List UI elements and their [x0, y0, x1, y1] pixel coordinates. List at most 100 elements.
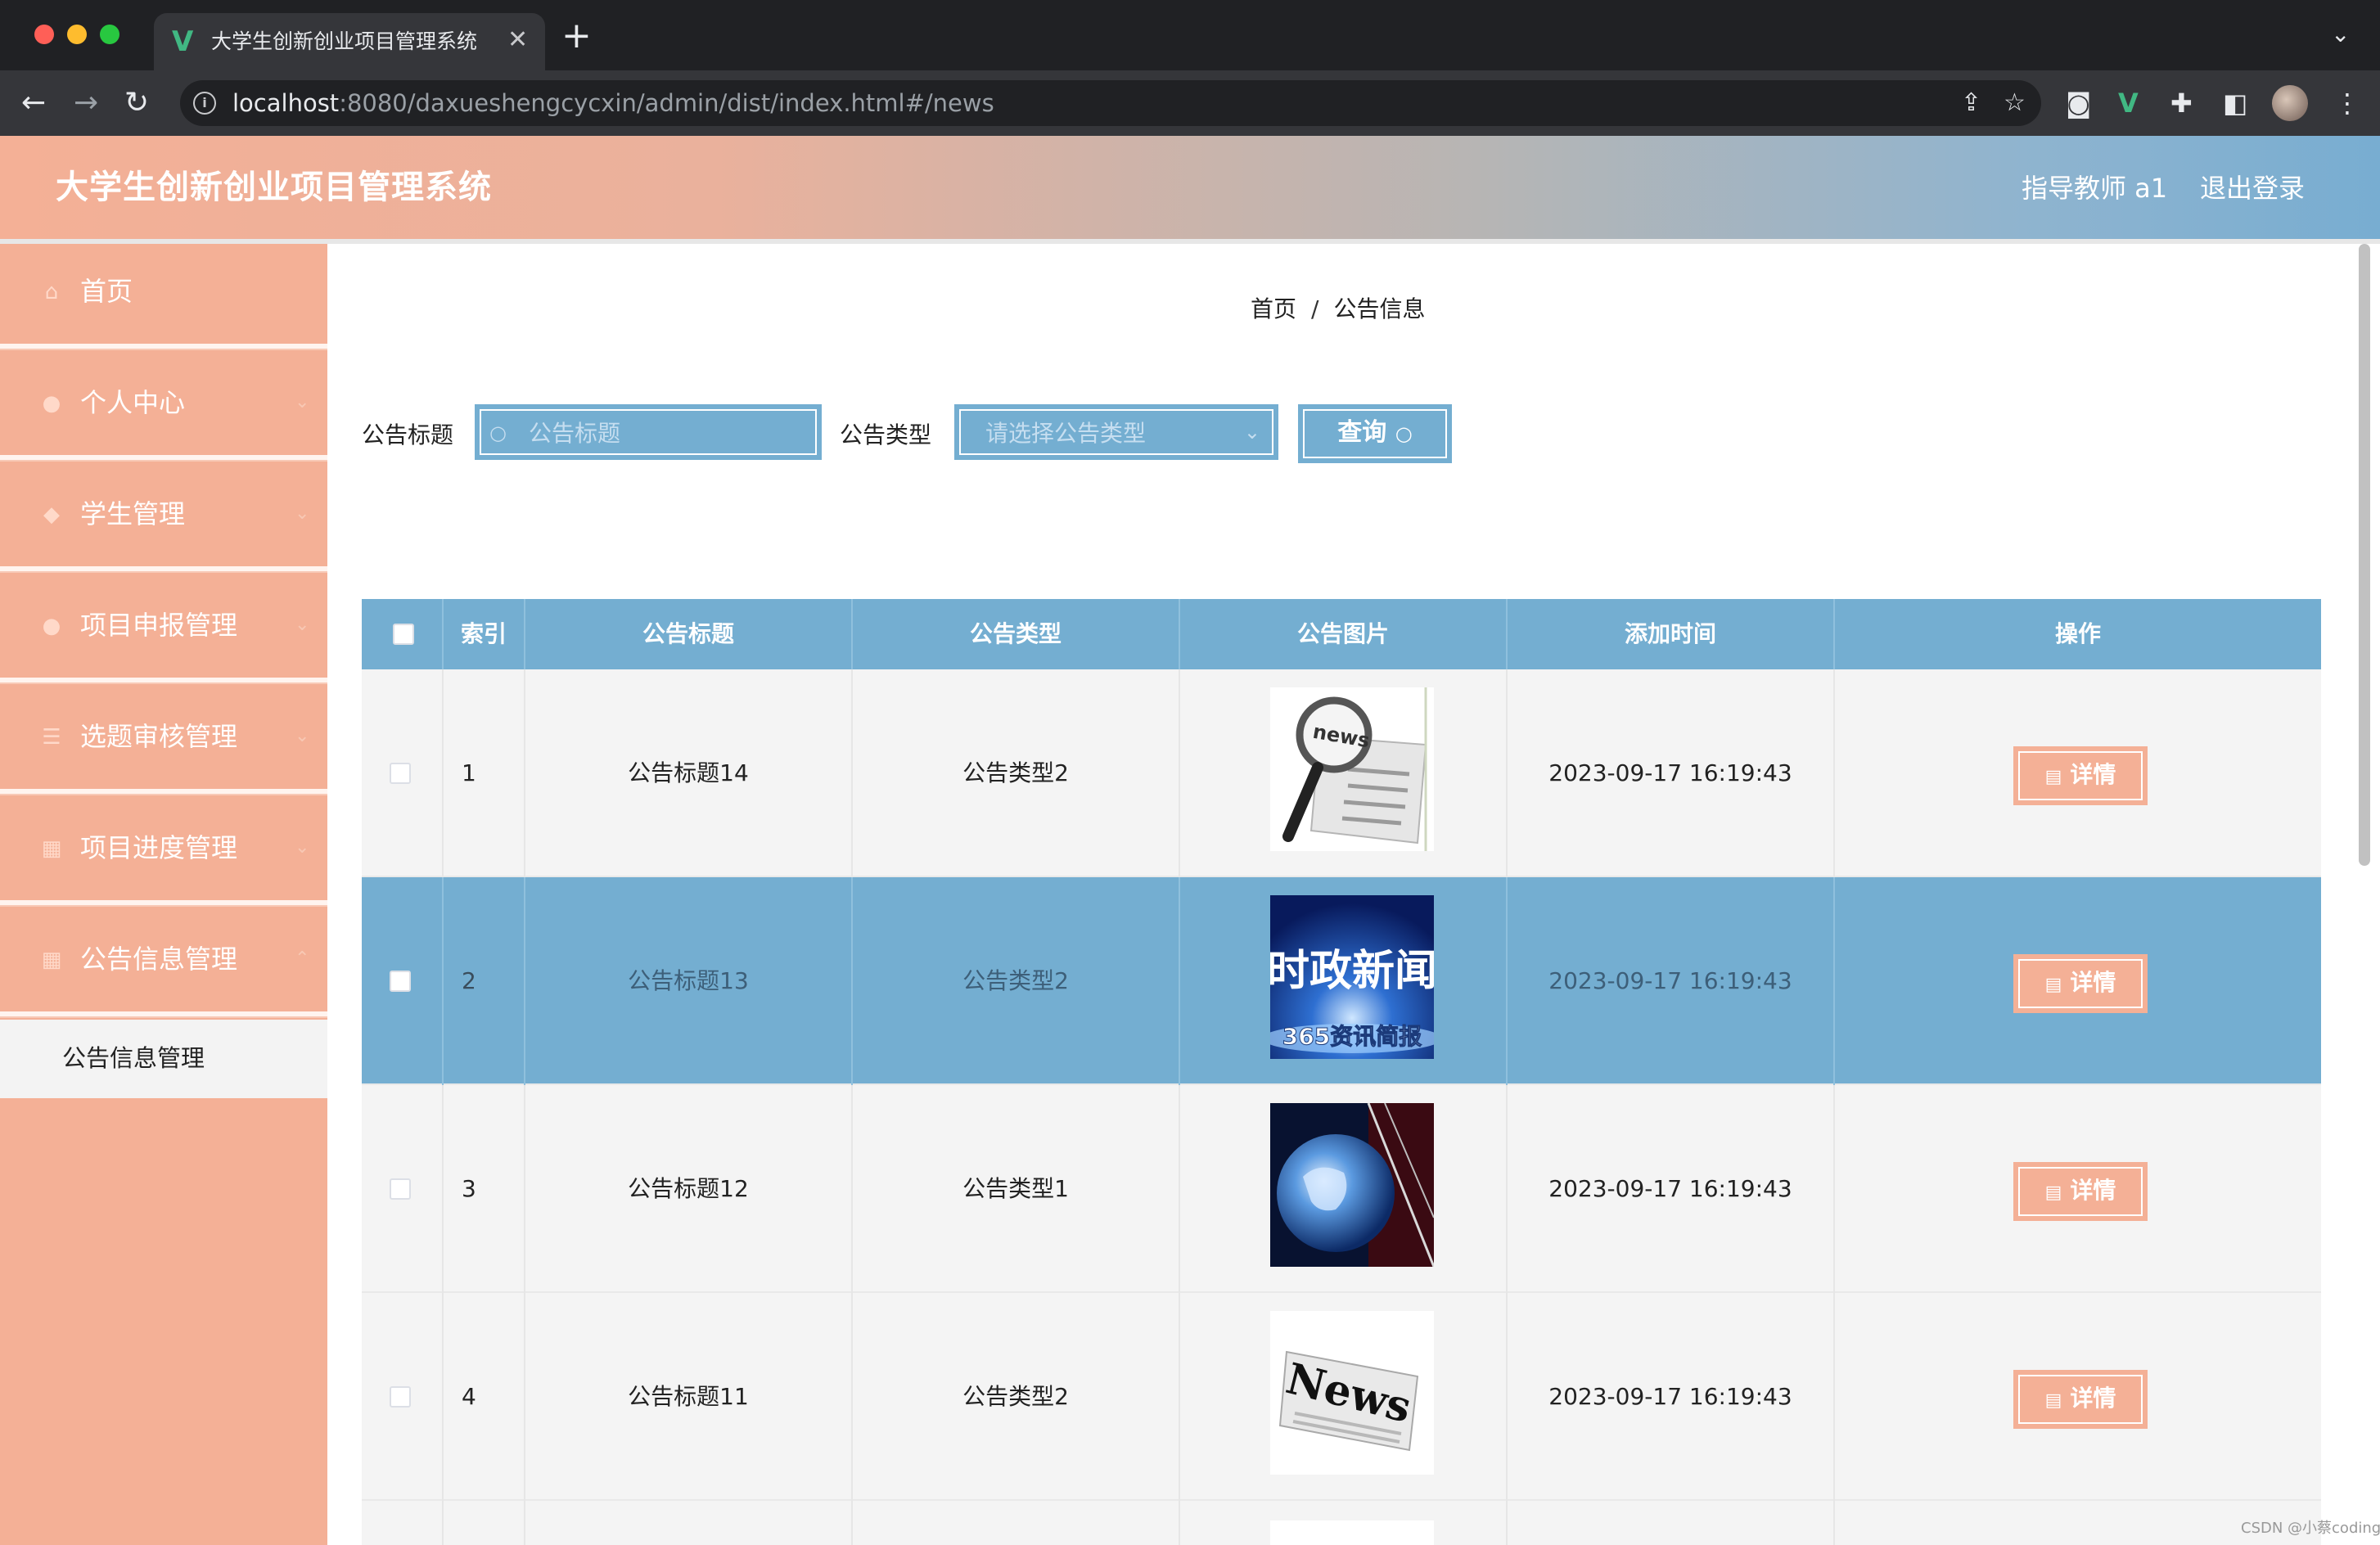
browser-tab[interactable]: V 大学生创新创业项目管理系统 ✕	[154, 13, 545, 70]
sidebar-item-home[interactable]: ⌂ 首页	[0, 244, 327, 349]
bookmark-star-icon[interactable]: ☆	[2004, 88, 2026, 118]
chevron-down-icon: ⌄	[295, 503, 310, 524]
row-select-cell	[362, 1293, 444, 1501]
minimize-window-button[interactable]	[67, 25, 87, 44]
maximize-window-button[interactable]	[100, 25, 119, 44]
chevron-up-icon: ⌃	[295, 948, 310, 969]
row-time: 2023-09-17 16:19:43	[1508, 1293, 1835, 1501]
row-select-cell	[362, 1085, 444, 1293]
table-row[interactable]: 3 公告标题12 公告类型1 2023-09-17 16:19:43 ▤ 详情	[362, 1085, 2321, 1293]
header-time: 添加时间	[1508, 599, 1835, 669]
page-scrollbar[interactable]	[2359, 244, 2370, 866]
sidebar-subitem-label: 公告信息管理	[62, 1044, 205, 1072]
sidebar: ⌂ 首页 ● 个人中心 ⌄ ◆ 学生管理 ⌄ ● 项目申报管理 ⌄ ☰ 选题审核…	[0, 244, 327, 1545]
row-time: 2023-09-17 16:19:43	[1508, 877, 1835, 1085]
title-search-field[interactable]: ○	[475, 404, 822, 460]
watermark: CSDN @小蔡coding	[2241, 1520, 2380, 1537]
forward-arrow-icon[interactable]: →	[74, 85, 98, 121]
row-checkbox[interactable]	[390, 763, 411, 784]
extensions-puzzle-icon[interactable]: ✚	[2170, 85, 2193, 121]
tab-title: 大学生创新创业项目管理系统	[211, 29, 478, 53]
vue-devtools-icon[interactable]: V	[2118, 85, 2139, 121]
table-row[interactable]	[362, 1501, 2321, 1545]
row-checkbox[interactable]	[390, 971, 411, 992]
row-type: 公告类型2	[853, 1293, 1180, 1501]
tab-search-chevron-icon[interactable]: ⌄	[2331, 20, 2350, 49]
main-content: 首页/公告信息 公告标题 ○ 公告类型 请选择公告类型 ⌄ 查询 ○ 索引 公告…	[327, 244, 2380, 1545]
sidebar-item-students[interactable]: ◆ 学生管理 ⌄	[0, 466, 327, 571]
detail-button-label: 详情	[2070, 969, 2116, 996]
share-icon[interactable]: ⇪	[1961, 88, 1981, 118]
profile-avatar[interactable]	[2272, 85, 2308, 121]
back-arrow-icon[interactable]: ←	[21, 85, 46, 121]
row-type: 公告类型1	[853, 1085, 1180, 1293]
detail-button[interactable]: ▤ 详情	[2013, 1370, 2148, 1429]
row-index: 4	[444, 1293, 525, 1501]
sidebar-item-topic-review[interactable]: ☰ 选题审核管理 ⌄	[0, 689, 327, 794]
header-type: 公告类型	[853, 599, 1180, 669]
chevron-down-icon: ⌄	[295, 392, 310, 412]
detail-button[interactable]: ▤ 详情	[2013, 746, 2148, 805]
logout-link[interactable]: 退出登录	[2200, 170, 2305, 206]
row-image-cell: news	[1180, 669, 1508, 877]
user-icon: ●	[42, 614, 61, 638]
close-window-button[interactable]	[34, 25, 54, 44]
header-title: 公告标题	[525, 599, 853, 669]
news-magnifier-image[interactable]: news	[1270, 687, 1434, 851]
title-search-input[interactable]	[527, 416, 809, 450]
extension-glasses-icon[interactable]: ◙	[2066, 85, 2091, 121]
sidebar-item-project-apply[interactable]: ● 项目申报管理 ⌄	[0, 578, 327, 682]
table-row[interactable]: 4 公告标题11 公告类型2 News 2023-09-17 16:19:43 …	[362, 1293, 2321, 1501]
table-row[interactable]: 2 公告标题13 公告类型2 时政新闻 365资讯简报 2023-09-17 1…	[362, 877, 2321, 1085]
type-select[interactable]: 请选择公告类型 ⌄	[954, 404, 1278, 460]
news-blue-banner-image[interactable]: 时政新闻 365资讯简报	[1270, 895, 1434, 1059]
browser-tab-bar: V 大学生创新创业项目管理系统 ✕ + ⌄	[0, 0, 2380, 70]
row-checkbox[interactable]	[390, 1178, 411, 1200]
document-icon: ▤	[2044, 1390, 2062, 1411]
row-image-thumb	[1270, 1520, 1434, 1545]
detail-button-label: 详情	[2070, 1177, 2116, 1204]
type-filter-label: 公告类型	[840, 421, 932, 448]
sidebar-subitem-announcements[interactable]: 公告信息管理	[0, 1020, 327, 1098]
row-actions: ▤ 详情	[1835, 877, 2321, 1085]
row-actions: ▤ 详情	[1835, 1085, 2321, 1293]
query-button-label: 查询	[1337, 418, 1387, 447]
document-icon: ▤	[2044, 975, 2062, 995]
news-globe-image[interactable]	[1270, 1103, 1434, 1267]
select-all-checkbox[interactable]	[393, 624, 414, 645]
site-info-icon[interactable]: i	[193, 92, 216, 115]
news-newspaper-image[interactable]: News	[1270, 1311, 1434, 1475]
grid-icon: ▦	[41, 948, 62, 972]
detail-button[interactable]: ▤ 详情	[2013, 954, 2148, 1013]
close-tab-icon[interactable]: ✕	[507, 25, 528, 56]
sidebar-item-label: 项目申报管理	[80, 610, 238, 641]
table-row[interactable]: 1 公告标题14 公告类型2 news 2023-09-17 16:19:43 …	[362, 669, 2321, 877]
row-checkbox[interactable]	[390, 1386, 411, 1408]
header-actions: 操作	[2054, 620, 2101, 647]
type-select-placeholder: 请选择公告类型	[985, 420, 1147, 447]
breadcrumb-home[interactable]: 首页	[1251, 295, 1296, 322]
vue-logo-icon: V	[172, 25, 194, 58]
address-bar[interactable]: i localhost:8080/daxueshengcycxin/admin/…	[180, 80, 2041, 126]
browser-menu-icon[interactable]: ⋮	[2334, 85, 2360, 121]
new-tab-icon[interactable]: +	[561, 18, 592, 54]
search-icon: ○	[489, 421, 507, 444]
chevron-down-icon: ⌄	[295, 837, 310, 858]
breadcrumb-current: 公告信息	[1333, 295, 1426, 322]
sidebar-item-project-progress[interactable]: ▦ 项目进度管理 ⌄	[0, 800, 327, 905]
current-user-label: 指导教师 a1	[2022, 173, 2168, 204]
row-title-cell	[525, 1501, 853, 1545]
side-panel-icon[interactable]: ◧	[2223, 85, 2247, 121]
sidebar-item-label: 首页	[80, 276, 133, 307]
sidebar-item-announcements[interactable]: ▦ 公告信息管理 ⌃	[0, 912, 327, 1016]
detail-button[interactable]: ▤ 详情	[2013, 1162, 2148, 1221]
reload-icon[interactable]: ↻	[124, 85, 149, 121]
query-button[interactable]: 查询 ○	[1298, 404, 1452, 463]
row-actions: ▤ 详情	[1835, 1293, 2321, 1501]
chevron-down-icon: ⌄	[295, 615, 310, 635]
row-index: 1	[444, 669, 525, 877]
detail-button-label: 详情	[2070, 1385, 2116, 1412]
table-header: 索引 公告标题 公告类型 公告图片 添加时间 操作	[362, 599, 2321, 669]
sidebar-item-profile[interactable]: ● 个人中心 ⌄	[0, 355, 327, 460]
row-title: 公告标题13	[525, 877, 853, 1085]
